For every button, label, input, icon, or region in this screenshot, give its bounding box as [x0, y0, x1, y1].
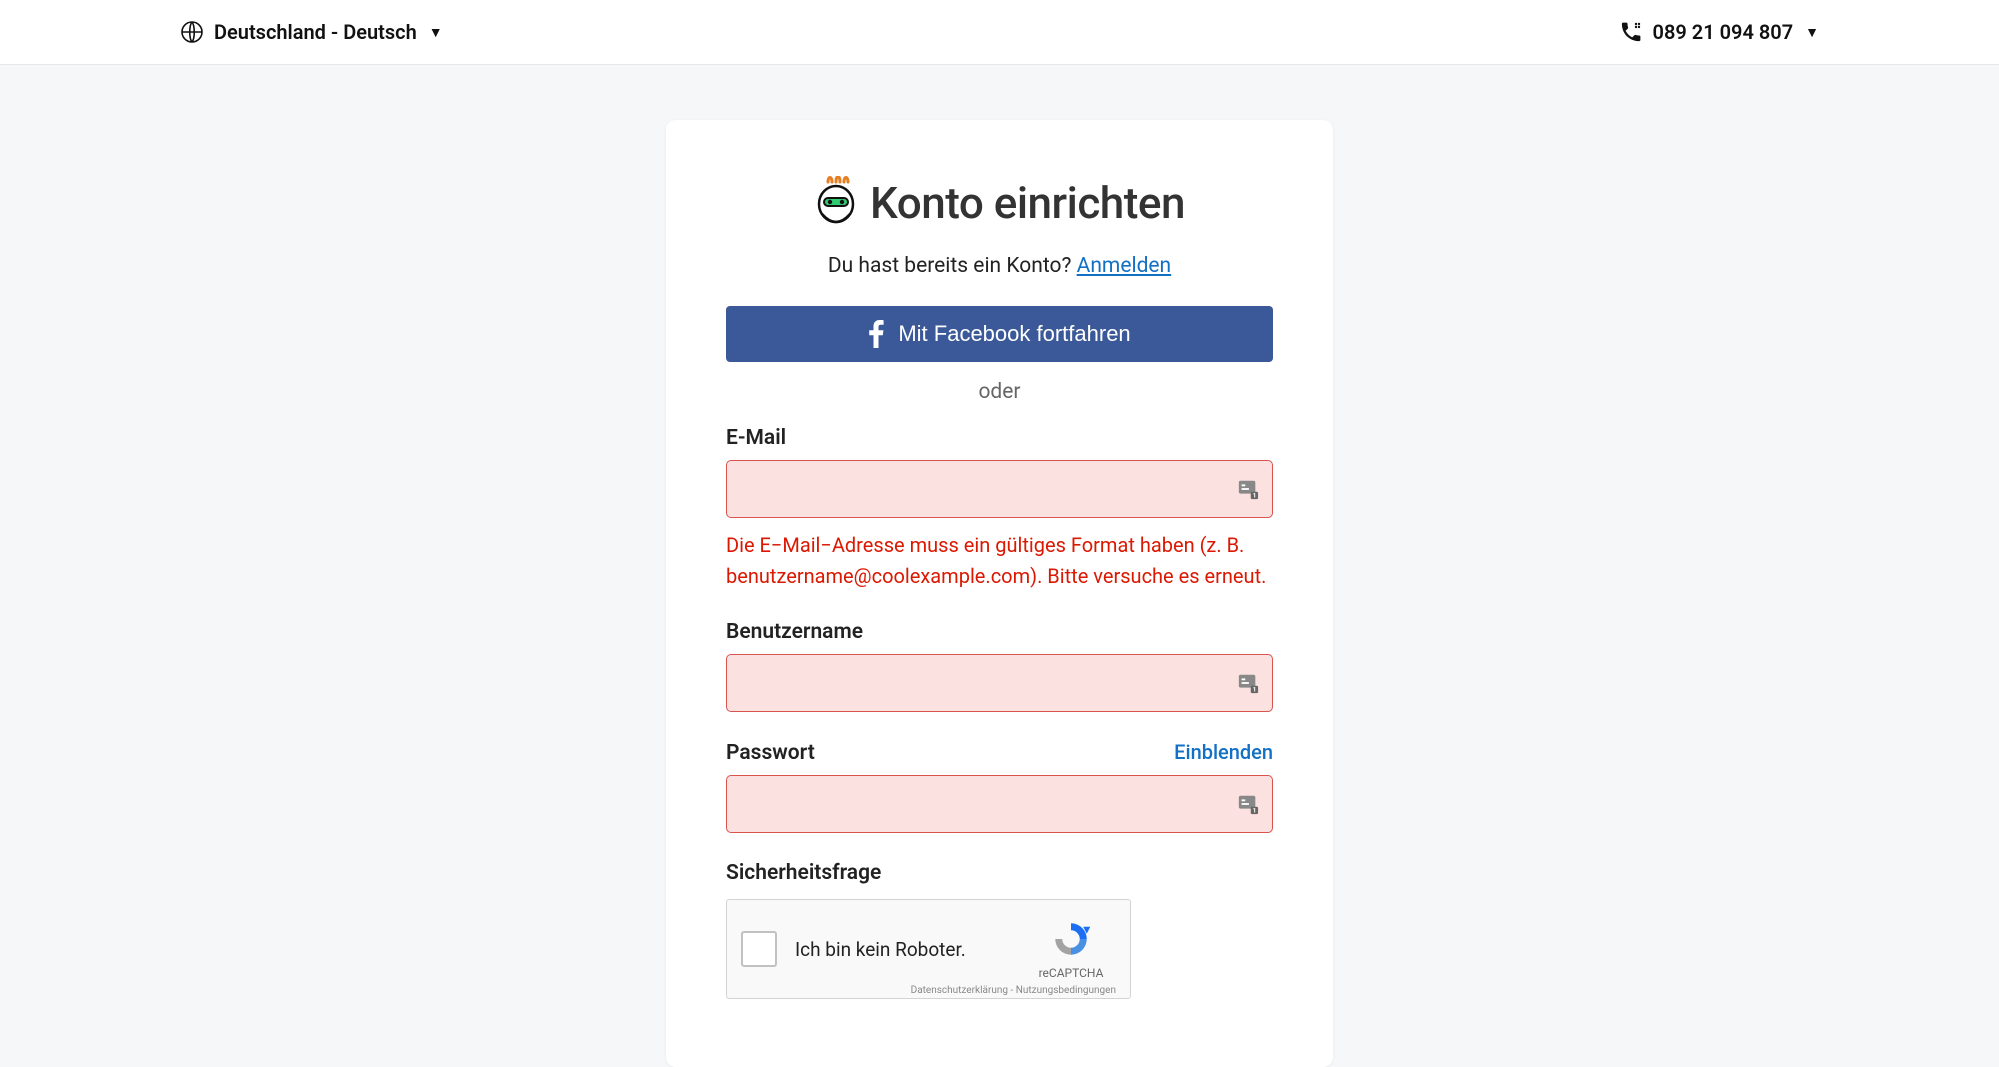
globe-icon: [180, 20, 204, 44]
email-field-block: E-Mail 1 Die E−Mail−Adresse muss ein gül…: [726, 426, 1273, 592]
chevron-down-icon: ▼: [429, 24, 443, 41]
subtitle: Du hast bereits ein Konto? Anmelden: [726, 254, 1273, 278]
godaddy-logo-icon: [814, 176, 858, 230]
title-row: Konto einrichten: [726, 176, 1273, 230]
email-input[interactable]: [726, 460, 1273, 518]
recaptcha-widget: Ich bin kein Roboter. reCAPTCHA Datensch…: [726, 899, 1131, 999]
email-label: E-Mail: [726, 426, 1273, 450]
top-header: Deutschland - Deutsch ▼ 089 21 094 807 ▼: [0, 0, 1999, 65]
recaptcha-logo-icon: [1050, 918, 1092, 964]
svg-text:1: 1: [1253, 686, 1257, 694]
signup-card: Konto einrichten Du hast bereits ein Kon…: [666, 120, 1333, 1067]
email-error-message: Die E−Mail−Adresse muss ein gültiges For…: [726, 530, 1273, 592]
phone-icon: [1619, 20, 1643, 44]
phone-selector[interactable]: 089 21 094 807 ▼: [1619, 20, 1819, 44]
username-label: Benutzername: [726, 620, 1273, 644]
locale-selector[interactable]: Deutschland - Deutsch ▼: [180, 20, 443, 44]
divider-or: oder: [726, 380, 1273, 404]
locale-label: Deutschland - Deutsch: [214, 20, 417, 44]
autofill-icon: 1: [1237, 672, 1259, 694]
security-question-block: Sicherheitsfrage Ich bin kein Roboter. r…: [726, 861, 1273, 999]
password-label: Passwort: [726, 741, 815, 765]
page-content: Konto einrichten Du hast bereits ein Kon…: [0, 65, 1999, 1067]
password-input[interactable]: [726, 775, 1273, 833]
signin-link[interactable]: Anmelden: [1077, 254, 1172, 278]
facebook-continue-button[interactable]: Mit Facebook fortfahren: [726, 306, 1273, 362]
recaptcha-branding: reCAPTCHA: [1026, 918, 1116, 980]
facebook-icon: [868, 320, 884, 348]
recaptcha-brand-text: reCAPTCHA: [1039, 966, 1104, 980]
svg-text:1: 1: [1253, 807, 1257, 815]
already-have-text: Du hast bereits ein Konto?: [828, 254, 1072, 278]
svg-text:1: 1: [1253, 492, 1257, 500]
username-field-block: Benutzername 1: [726, 620, 1273, 712]
recaptcha-terms: Datenschutzerklärung - Nutzungsbedingung…: [911, 985, 1116, 996]
security-question-label: Sicherheitsfrage: [726, 861, 1273, 885]
page-title: Konto einrichten: [870, 177, 1185, 229]
phone-number: 089 21 094 807: [1653, 20, 1794, 44]
chevron-down-icon: ▼: [1805, 24, 1819, 41]
recaptcha-checkbox[interactable]: [741, 931, 777, 967]
show-password-toggle[interactable]: Einblenden: [1174, 740, 1273, 764]
facebook-button-label: Mit Facebook fortfahren: [898, 321, 1130, 347]
username-input[interactable]: [726, 654, 1273, 712]
autofill-icon: 1: [1237, 478, 1259, 500]
autofill-icon: 1: [1237, 793, 1259, 815]
recaptcha-label: Ich bin kein Roboter.: [795, 938, 1026, 961]
password-field-block: Passwort Einblenden 1: [726, 740, 1273, 833]
